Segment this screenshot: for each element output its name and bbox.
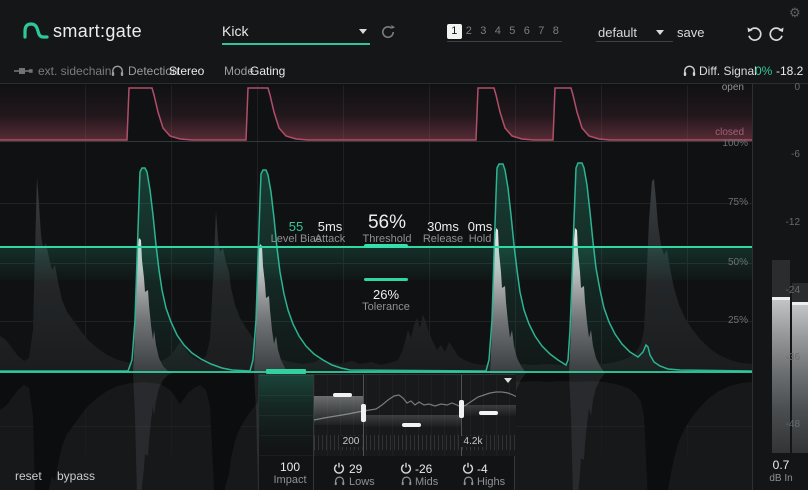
- lows-power-icon[interactable]: [333, 462, 345, 474]
- attack-label: Attack: [315, 233, 346, 245]
- crossover-low-handle[interactable]: [361, 404, 366, 422]
- spectral-shaping-panel: 200 4.2k 100 Impact 29 Lows -26: [258, 374, 515, 490]
- impact-value[interactable]: 100: [272, 460, 308, 474]
- level-bias-value[interactable]: 55: [289, 219, 303, 234]
- impact-slider-handle[interactable]: [266, 369, 306, 374]
- detection-mode-value[interactable]: Stereo: [169, 64, 204, 78]
- slots-underline: [447, 41, 562, 42]
- lows-gain-value[interactable]: 29: [349, 462, 362, 476]
- mode-value[interactable]: Gating: [250, 64, 285, 78]
- diff-signal-headphone-icon[interactable]: [683, 65, 696, 77]
- highs-solo-headphone-icon[interactable]: [463, 476, 474, 486]
- preset-refresh-icon[interactable]: [380, 24, 396, 40]
- hold-label: Hold: [469, 233, 492, 245]
- impact-label: Impact: [272, 474, 308, 486]
- ext-sidechain-jack-icon[interactable]: [14, 67, 35, 75]
- panel-collapse-icon[interactable]: [504, 378, 512, 383]
- lows-solo-headphone-icon[interactable]: [334, 476, 345, 486]
- tolerance-label: Tolerance: [362, 301, 410, 313]
- diff-signal-value: 0%: [755, 64, 772, 78]
- gate-open-label: open: [722, 82, 744, 93]
- db-scale-12: -12: [786, 217, 800, 228]
- crossover-low-value[interactable]: 200: [340, 436, 363, 447]
- preset-slot-3[interactable]: 3: [476, 24, 491, 39]
- preset-slot-2[interactable]: 2: [462, 24, 477, 39]
- bank-underline: [596, 41, 673, 42]
- hold-value[interactable]: 0ms: [468, 219, 493, 234]
- level-25-label: 25%: [728, 315, 748, 326]
- preset-slot-5[interactable]: 5: [505, 24, 520, 39]
- header-bar: smart:gate Kick 1 2 3 4 5 6 7 8 default …: [0, 0, 808, 84]
- highs-label: Highs: [477, 476, 505, 488]
- preset-slot-8[interactable]: 8: [549, 24, 564, 39]
- db-scale-6: -6: [791, 149, 800, 160]
- preset-slot-6[interactable]: 6: [520, 24, 535, 39]
- band-controls-row: 100 Impact 29 Lows -26 Mids: [259, 456, 516, 490]
- mids-solo-headphone-icon[interactable]: [401, 476, 412, 486]
- plugin-title: smart:gate: [53, 21, 142, 42]
- tolerance-handle[interactable]: [364, 278, 408, 281]
- level-50-label: 50%: [728, 257, 748, 268]
- input-level-unit: dB In: [758, 473, 804, 484]
- threshold-label: Threshold: [363, 233, 412, 245]
- lows-gain-handle[interactable]: [333, 393, 352, 397]
- preset-slot-4[interactable]: 4: [491, 24, 506, 39]
- release-value[interactable]: 30ms: [427, 219, 459, 234]
- db-scale-24: -24: [786, 285, 800, 296]
- tolerance-value[interactable]: 26%: [373, 287, 399, 302]
- mids-power-icon[interactable]: [400, 462, 412, 474]
- input-level-value: 0.7: [758, 458, 804, 472]
- highs-power-icon[interactable]: [462, 462, 474, 474]
- input-reduction-value: -18.2: [776, 64, 803, 78]
- meter-bar-right: [792, 302, 808, 453]
- preset-underline: [222, 43, 370, 45]
- db-scale-36: -36: [786, 352, 800, 363]
- eq-band-display: 200 4.2k: [314, 375, 516, 456]
- bypass-button[interactable]: bypass: [57, 469, 95, 483]
- ext-sidechain-toggle[interactable]: ext. sidechain: [38, 64, 111, 78]
- highs-gain-handle[interactable]: [479, 411, 498, 415]
- gate-closed-label: closed: [715, 127, 744, 138]
- crossover-high-value[interactable]: 4.2k: [461, 436, 486, 447]
- diff-signal-label[interactable]: Diff. Signal: [699, 64, 757, 78]
- level-100-label: 100%: [722, 138, 748, 149]
- reset-button[interactable]: reset: [15, 469, 42, 483]
- impact-slider-track[interactable]: [259, 375, 313, 456]
- lows-label: Lows: [349, 476, 375, 488]
- undo-icon[interactable]: [746, 25, 764, 43]
- release-label: Release: [423, 233, 463, 245]
- smart-gate-plugin-window: smart:gate Kick 1 2 3 4 5 6 7 8 default …: [0, 0, 808, 490]
- mids-label: Mids: [415, 476, 438, 488]
- level-75-label: 75%: [728, 197, 748, 208]
- preset-slot-list: 1 2 3 4 5 6 7 8: [447, 24, 563, 39]
- waveform-baseline: [0, 371, 752, 373]
- detection-headphone-icon[interactable]: [111, 65, 124, 77]
- crossover-high-handle[interactable]: [459, 400, 464, 418]
- preset-chevron-down-icon[interactable]: [359, 29, 367, 34]
- preset-bank-select[interactable]: default: [598, 25, 637, 40]
- save-button[interactable]: save: [677, 25, 704, 40]
- attack-value[interactable]: 5ms: [318, 219, 343, 234]
- bank-chevron-down-icon[interactable]: [656, 30, 664, 35]
- db-scale-48: -48: [786, 419, 800, 430]
- input-level-meter: 0 -6 -12 -24 -36 -48 0.7 dB In: [752, 84, 808, 490]
- threshold-value[interactable]: 56%: [368, 212, 406, 234]
- preset-slot-1[interactable]: 1: [447, 24, 462, 39]
- mids-gain-value[interactable]: -26: [415, 462, 432, 476]
- tolerance-zone: [0, 248, 752, 280]
- highs-gain-value[interactable]: -4: [477, 462, 488, 476]
- db-scale-0: 0: [794, 82, 800, 93]
- sonible-logo-icon: [22, 20, 50, 40]
- redo-icon[interactable]: [767, 25, 785, 43]
- preset-name[interactable]: Kick: [222, 23, 248, 39]
- settings-gear-icon[interactable]: ⚙: [789, 5, 801, 21]
- mids-gain-handle[interactable]: [402, 423, 421, 427]
- gate-envelope-fill: [0, 85, 752, 140]
- preset-slot-7[interactable]: 7: [534, 24, 549, 39]
